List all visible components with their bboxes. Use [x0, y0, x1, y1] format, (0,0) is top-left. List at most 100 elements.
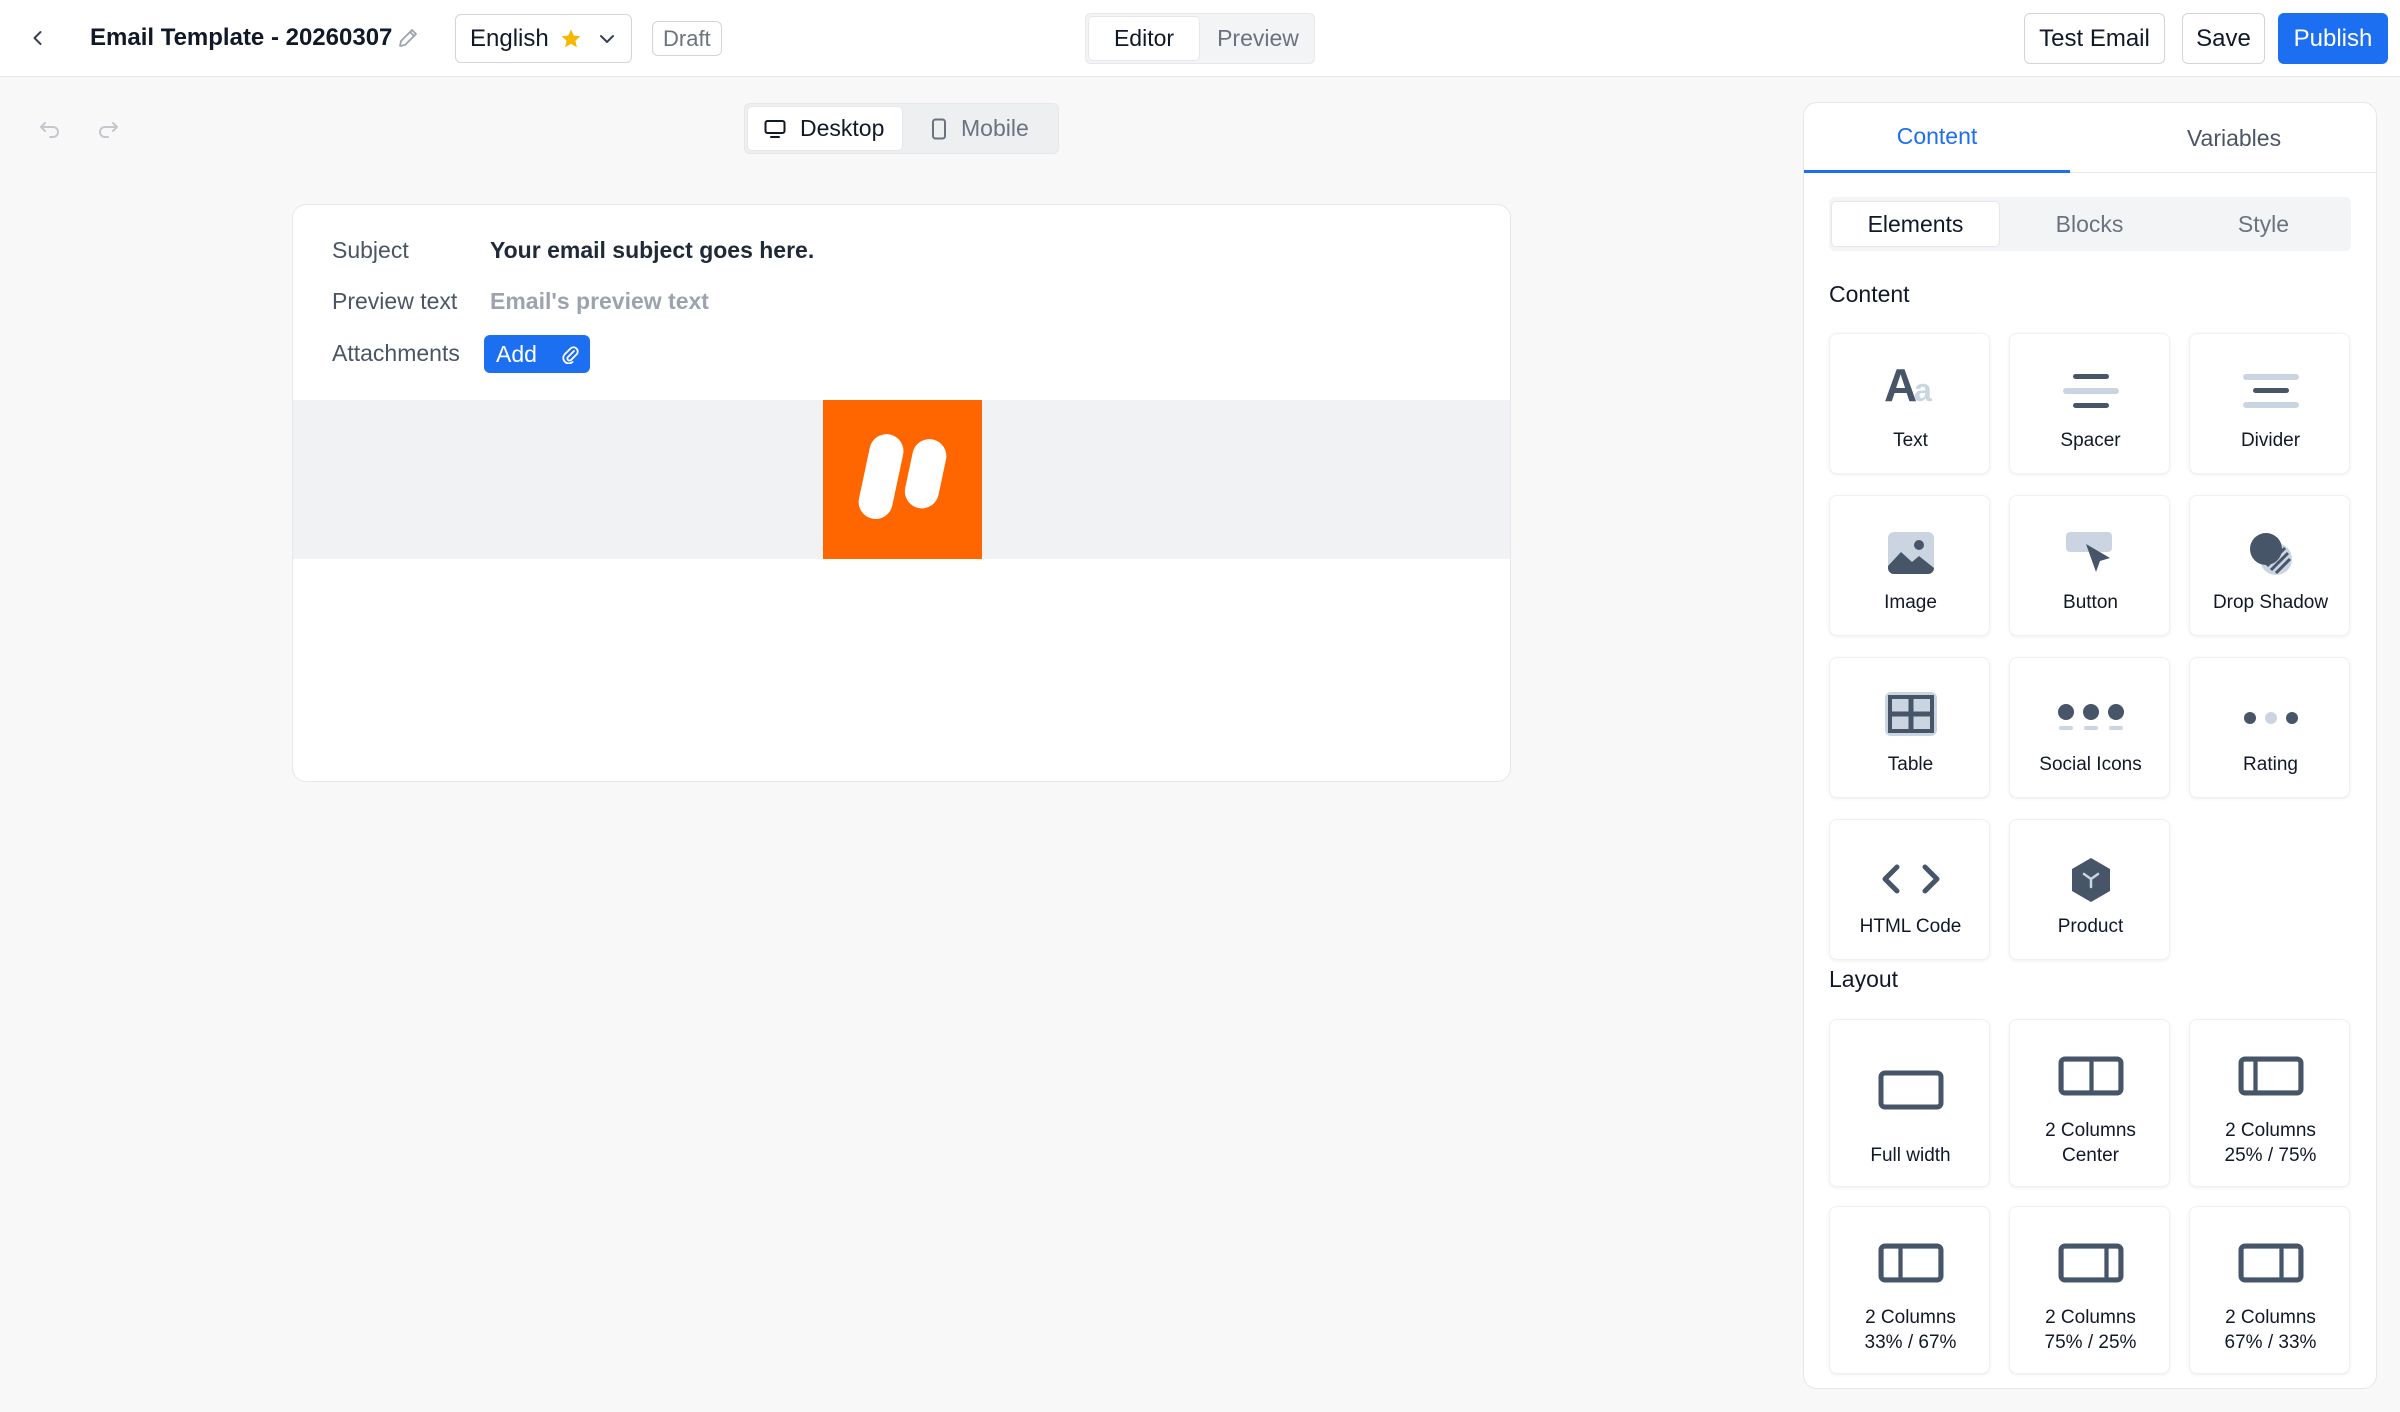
monitor-icon — [764, 119, 786, 138]
publish-button[interactable]: Publish — [2278, 13, 2388, 64]
element-label: Divider — [2240, 430, 2301, 451]
chevron-down-icon — [600, 35, 614, 43]
redo-icon[interactable] — [94, 114, 122, 142]
subtab-style[interactable]: Style — [2179, 201, 2348, 247]
layout-label-1: 2 Columns — [1865, 1307, 1956, 1328]
tab-content[interactable]: Content — [1804, 103, 2070, 173]
test-email-button[interactable]: Test Email — [2024, 13, 2165, 64]
element-image[interactable]: Image — [1829, 495, 1990, 636]
right-panel: Content Variables Elements Blocks Style … — [1803, 102, 2377, 1389]
element-html-code[interactable]: HTML Code — [1829, 819, 1990, 960]
two-columns-75-25-icon — [2058, 1243, 2123, 1283]
product-icon — [2071, 858, 2110, 902]
layout-label-2: 33% / 67% — [1864, 1332, 1957, 1353]
device-switch: Desktop Mobile — [744, 103, 1059, 154]
element-table[interactable]: Table — [1829, 657, 1990, 798]
layout-heading: Layout — [1829, 966, 1899, 992]
tab-mobile-label: Mobile — [961, 115, 1029, 141]
layout-two-columns-25-75[interactable]: 2 Columns 25% / 75% — [2189, 1019, 2350, 1187]
element-label: Product — [2057, 916, 2124, 937]
content-heading: Content — [1829, 281, 1910, 307]
email-canvas: Subject Your email subject goes here. Pr… — [292, 204, 1511, 782]
rating-icon — [2243, 712, 2298, 724]
element-label: Table — [1887, 754, 1934, 775]
pencil-icon[interactable] — [394, 24, 422, 52]
layout-label-1: 2 Columns — [2225, 1120, 2316, 1141]
phone-icon — [932, 118, 946, 139]
email-header-section[interactable] — [293, 400, 1510, 559]
svg-text:A: A — [1884, 362, 1917, 408]
html-code-icon — [1882, 864, 1939, 894]
element-label: HTML Code — [1859, 916, 1962, 937]
element-label: Image — [1884, 592, 1937, 613]
element-label: Spacer — [2060, 430, 2121, 451]
template-title: Email Template - 20260307 — [90, 24, 393, 51]
preview-text-field[interactable]: Email's preview text — [490, 288, 709, 315]
panel-subtabs: Elements Blocks Style — [1829, 197, 2351, 251]
subtab-elements[interactable]: Elements — [1831, 201, 2000, 247]
subject-label: Subject — [332, 237, 409, 263]
element-spacer[interactable]: Spacer — [2009, 333, 2170, 474]
subtab-blocks[interactable]: Blocks — [2005, 201, 2174, 247]
drop-shadow-icon — [2249, 533, 2292, 575]
tab-editor[interactable]: Editor — [1088, 16, 1200, 61]
layout-full-width[interactable]: Full width — [1829, 1019, 1990, 1187]
save-button[interactable]: Save — [2182, 13, 2265, 64]
undo-icon[interactable] — [36, 114, 64, 142]
layout-label-2: 75% / 25% — [2044, 1332, 2137, 1353]
table-icon — [1884, 692, 1937, 736]
layout-label-1: 2 Columns — [2225, 1307, 2316, 1328]
layout-two-columns-67-33[interactable]: 2 Columns 67% / 33% — [2189, 1206, 2350, 1374]
element-product[interactable]: Product — [2009, 819, 2170, 960]
layout-label-1: 2 Columns — [2045, 1307, 2136, 1328]
tab-desktop[interactable]: Desktop — [747, 106, 903, 151]
element-label: Text — [1893, 430, 1928, 451]
tab-variables[interactable]: Variables — [2090, 103, 2376, 173]
chevron-left-icon — [33, 31, 42, 45]
element-label: Rating — [2243, 754, 2298, 775]
layout-two-columns-75-25[interactable]: 2 Columns 75% / 25% — [2009, 1206, 2170, 1374]
element-rating[interactable]: Rating — [2189, 657, 2350, 798]
language-select[interactable]: English — [455, 14, 632, 63]
subject-field[interactable]: Your email subject goes here. — [490, 237, 814, 264]
panel-tabs: Content Variables — [1804, 103, 2376, 173]
full-width-icon — [1878, 1070, 1943, 1110]
two-columns-33-67-icon — [1878, 1243, 1943, 1283]
spacer-icon — [2062, 374, 2119, 408]
element-divider[interactable]: Divider — [2189, 333, 2350, 474]
layout-label-1: 2 Columns — [2045, 1120, 2136, 1141]
layout-label-2: 25% / 75% — [2224, 1145, 2317, 1166]
add-attachment-label: Add — [496, 340, 537, 367]
mode-switch: Editor Preview — [1085, 13, 1315, 64]
top-bar: Email Template - 20260307 English Draft … — [0, 0, 2400, 77]
text-icon: A a — [1884, 362, 1932, 408]
status-badge: Draft — [652, 21, 722, 56]
brand-logo[interactable] — [823, 400, 982, 559]
element-text[interactable]: A a Text — [1829, 333, 1990, 474]
attachments-label: Attachments — [332, 340, 460, 366]
element-social-icons[interactable]: Social Icons — [2009, 657, 2170, 798]
layout-label: Full width — [1870, 1145, 1951, 1166]
back-button[interactable] — [22, 22, 54, 54]
element-label: Button — [2063, 592, 2118, 613]
button-icon — [2065, 532, 2112, 572]
language-label: English — [470, 24, 549, 52]
element-button[interactable]: Button — [2009, 495, 2170, 636]
star-icon — [561, 29, 581, 47]
tab-preview[interactable]: Preview — [1202, 16, 1314, 61]
preview-text-label: Preview text — [332, 288, 458, 314]
element-label: Social Icons — [2039, 754, 2142, 775]
social-icons-icon — [2057, 704, 2124, 730]
element-drop-shadow[interactable]: Drop Shadow — [2189, 495, 2350, 636]
two-columns-center-icon — [2058, 1056, 2123, 1096]
add-attachment-button[interactable]: Add — [484, 335, 590, 373]
layout-label-2: 67% / 33% — [2224, 1332, 2317, 1353]
layout-two-columns-33-67[interactable]: 2 Columns 33% / 67% — [1829, 1206, 1990, 1374]
tab-mobile[interactable]: Mobile — [907, 106, 1057, 151]
svg-text:a: a — [1914, 372, 1932, 408]
tab-desktop-label: Desktop — [800, 115, 885, 141]
layout-two-columns-center[interactable]: 2 Columns Center — [2009, 1019, 2170, 1187]
image-icon — [1887, 532, 1934, 574]
paperclip-icon — [562, 346, 579, 364]
two-columns-67-33-icon — [2238, 1243, 2303, 1283]
